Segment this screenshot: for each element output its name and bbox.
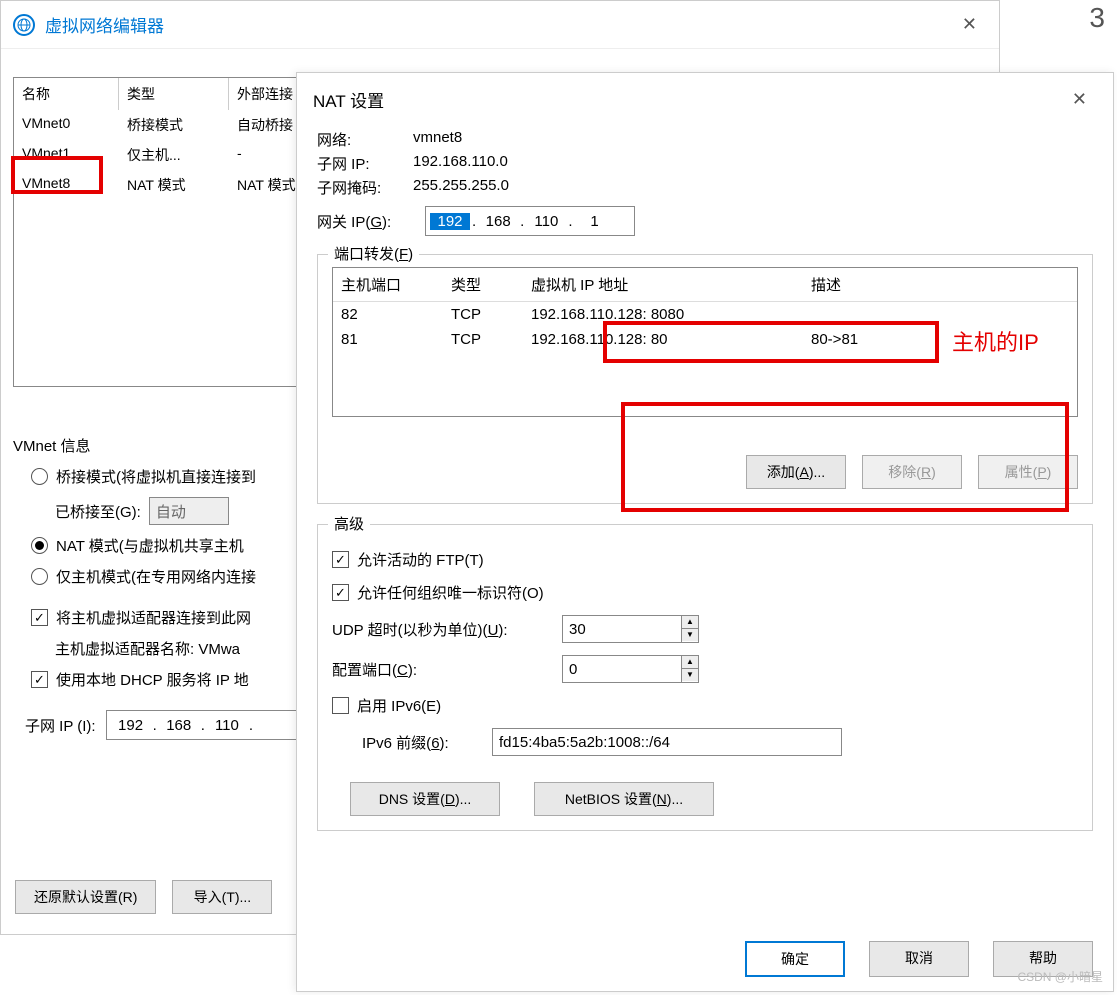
spinner-up-icon[interactable]: ▲ <box>682 656 698 669</box>
radio-icon <box>31 537 48 554</box>
ip-seg[interactable]: 1 <box>575 213 615 230</box>
watermark: CSDN @小暗星 <box>1017 968 1103 985</box>
cell: 82 <box>333 302 443 327</box>
cell: 81 <box>333 327 443 352</box>
col-type[interactable]: 类型 <box>119 78 229 110</box>
nat-titlebar: NAT 设置 ✕ <box>297 73 1113 122</box>
spinner-up-icon[interactable]: ▲ <box>682 616 698 629</box>
highlight-vmnet8 <box>11 156 103 194</box>
col[interactable]: 类型 <box>443 268 523 302</box>
cell: VMnet0 <box>14 110 119 140</box>
label: 配置端口(C): <box>332 659 562 680</box>
check-ipv6[interactable]: 启用 IPv6(E) <box>332 695 1078 716</box>
label: 桥接模式(将虚拟机直接连接到 <box>56 466 256 487</box>
ok-button[interactable]: 确定 <box>745 941 845 977</box>
gateway-label: 网关 IP(G): <box>317 211 425 232</box>
bridge-to-select[interactable] <box>149 497 229 525</box>
checkbox-icon <box>332 697 349 714</box>
label: 将主机虚拟适配器连接到此网 <box>56 607 251 628</box>
col[interactable]: 描述 <box>803 268 1077 302</box>
highlight-gateway <box>603 321 939 363</box>
network-label: 网络: <box>317 129 413 150</box>
label: UDP 超时(以秒为单位)(U): <box>332 619 562 640</box>
label: 使用本地 DHCP 服务将 IP 地 <box>56 669 249 690</box>
annotation-host-ip: 主机的IP <box>952 325 1039 357</box>
cancel-button[interactable]: 取消 <box>869 941 969 977</box>
col-name[interactable]: 名称 <box>14 78 119 110</box>
config-port-input[interactable] <box>562 655 682 683</box>
checkbox-icon <box>332 584 349 601</box>
checkbox-icon <box>332 551 349 568</box>
mask-label: 子网掩码: <box>317 177 413 198</box>
radio-icon <box>31 568 48 585</box>
import-button[interactable]: 导入(T)... <box>172 880 272 914</box>
udp-timeout-spinner[interactable]: ▲▼ <box>562 615 699 643</box>
label: 已桥接至(G): <box>55 501 141 522</box>
label: 启用 IPv6(E) <box>357 695 441 716</box>
ipv6-prefix-field: IPv6 前缀(6): <box>362 728 1078 756</box>
restore-defaults-button[interactable]: 还原默认设置(R) <box>15 880 156 914</box>
label: 仅主机模式(在专用网络内连接 <box>56 566 256 587</box>
gateway-row: 网关 IP(G): 192. 168. 110. 1 <box>317 206 1093 236</box>
ip-seg[interactable]: 168 <box>159 717 199 734</box>
parent-title: 虚拟网络编辑器 <box>45 12 952 37</box>
spinner-down-icon[interactable]: ▼ <box>682 629 698 641</box>
parent-titlebar: 虚拟网络编辑器 ✕ <box>1 1 999 49</box>
advanced-label: 高级 <box>328 513 370 534</box>
advanced-fieldset: 高级 允许活动的 FTP(T) 允许任何组织唯一标识符(O) UDP 超时(以秒… <box>317 524 1093 831</box>
highlight-port-table <box>621 402 1069 512</box>
gateway-ip-input[interactable]: 192. 168. 110. 1 <box>425 206 635 236</box>
ipv6-prefix-input[interactable] <box>492 728 842 756</box>
col[interactable]: 主机端口 <box>333 268 443 302</box>
nat-title: NAT 设置 <box>313 87 1062 112</box>
checkbox-icon <box>31 671 48 688</box>
config-port-spinner[interactable]: ▲▼ <box>562 655 699 683</box>
check-org-id[interactable]: 允许任何组织唯一标识符(O) <box>332 582 1078 603</box>
ip-seg[interactable]: 110 <box>207 717 247 734</box>
netbios-settings-button[interactable]: NetBIOS 设置(N)... <box>534 782 714 816</box>
udp-timeout-field: UDP 超时(以秒为单位)(U): ▲▼ <box>332 615 1078 643</box>
cell: 仅主机... <box>119 140 229 170</box>
checkbox-icon <box>31 609 48 626</box>
label: 主机虚拟适配器名称: VMwa <box>55 638 240 659</box>
subnet-ip-label: 子网 IP: <box>317 153 413 174</box>
ip-seg[interactable]: 192 <box>430 213 470 230</box>
mask-value: 255.255.255.0 <box>413 177 509 198</box>
table-header: 主机端口 类型 虚拟机 IP 地址 描述 <box>333 268 1077 302</box>
close-icon[interactable]: ✕ <box>952 10 987 39</box>
cell: TCP <box>443 302 523 327</box>
cell: 桥接模式 <box>119 110 229 140</box>
spinner-down-icon[interactable]: ▼ <box>682 669 698 681</box>
col[interactable]: 虚拟机 IP 地址 <box>523 268 803 302</box>
udp-timeout-input[interactable] <box>562 615 682 643</box>
config-port-field: 配置端口(C): ▲▼ <box>332 655 1078 683</box>
globe-icon <box>13 14 35 36</box>
ip-seg[interactable]: 168 <box>478 213 518 230</box>
radio-icon <box>31 468 48 485</box>
subnet-ip-value: 192.168.110.0 <box>413 153 508 174</box>
ip-seg[interactable]: 110 <box>526 213 566 230</box>
label: 允许活动的 FTP(T) <box>357 549 484 570</box>
page-number: 3 <box>1089 2 1105 34</box>
dns-settings-button[interactable]: DNS 设置(D)... <box>350 782 500 816</box>
label: 允许任何组织唯一标识符(O) <box>357 582 544 603</box>
check-ftp[interactable]: 允许活动的 FTP(T) <box>332 549 1078 570</box>
label: NAT 模式(与虚拟机共享主机 <box>56 535 244 556</box>
cell: NAT 模式 <box>119 170 229 200</box>
port-forward-label: 端口转发(F) <box>328 243 419 264</box>
nat-settings-dialog: NAT 设置 ✕ 网络:vmnet8 子网 IP:192.168.110.0 子… <box>296 72 1114 992</box>
label: 子网 IP (I): <box>25 715 96 736</box>
subnet-ip-input[interactable]: 192. 168. 110. <box>106 710 301 740</box>
cell: TCP <box>443 327 523 352</box>
ip-seg[interactable]: 192 <box>111 717 151 734</box>
network-value: vmnet8 <box>413 129 462 150</box>
close-icon[interactable]: ✕ <box>1062 85 1097 114</box>
label: IPv6 前缀(6): <box>362 732 492 753</box>
